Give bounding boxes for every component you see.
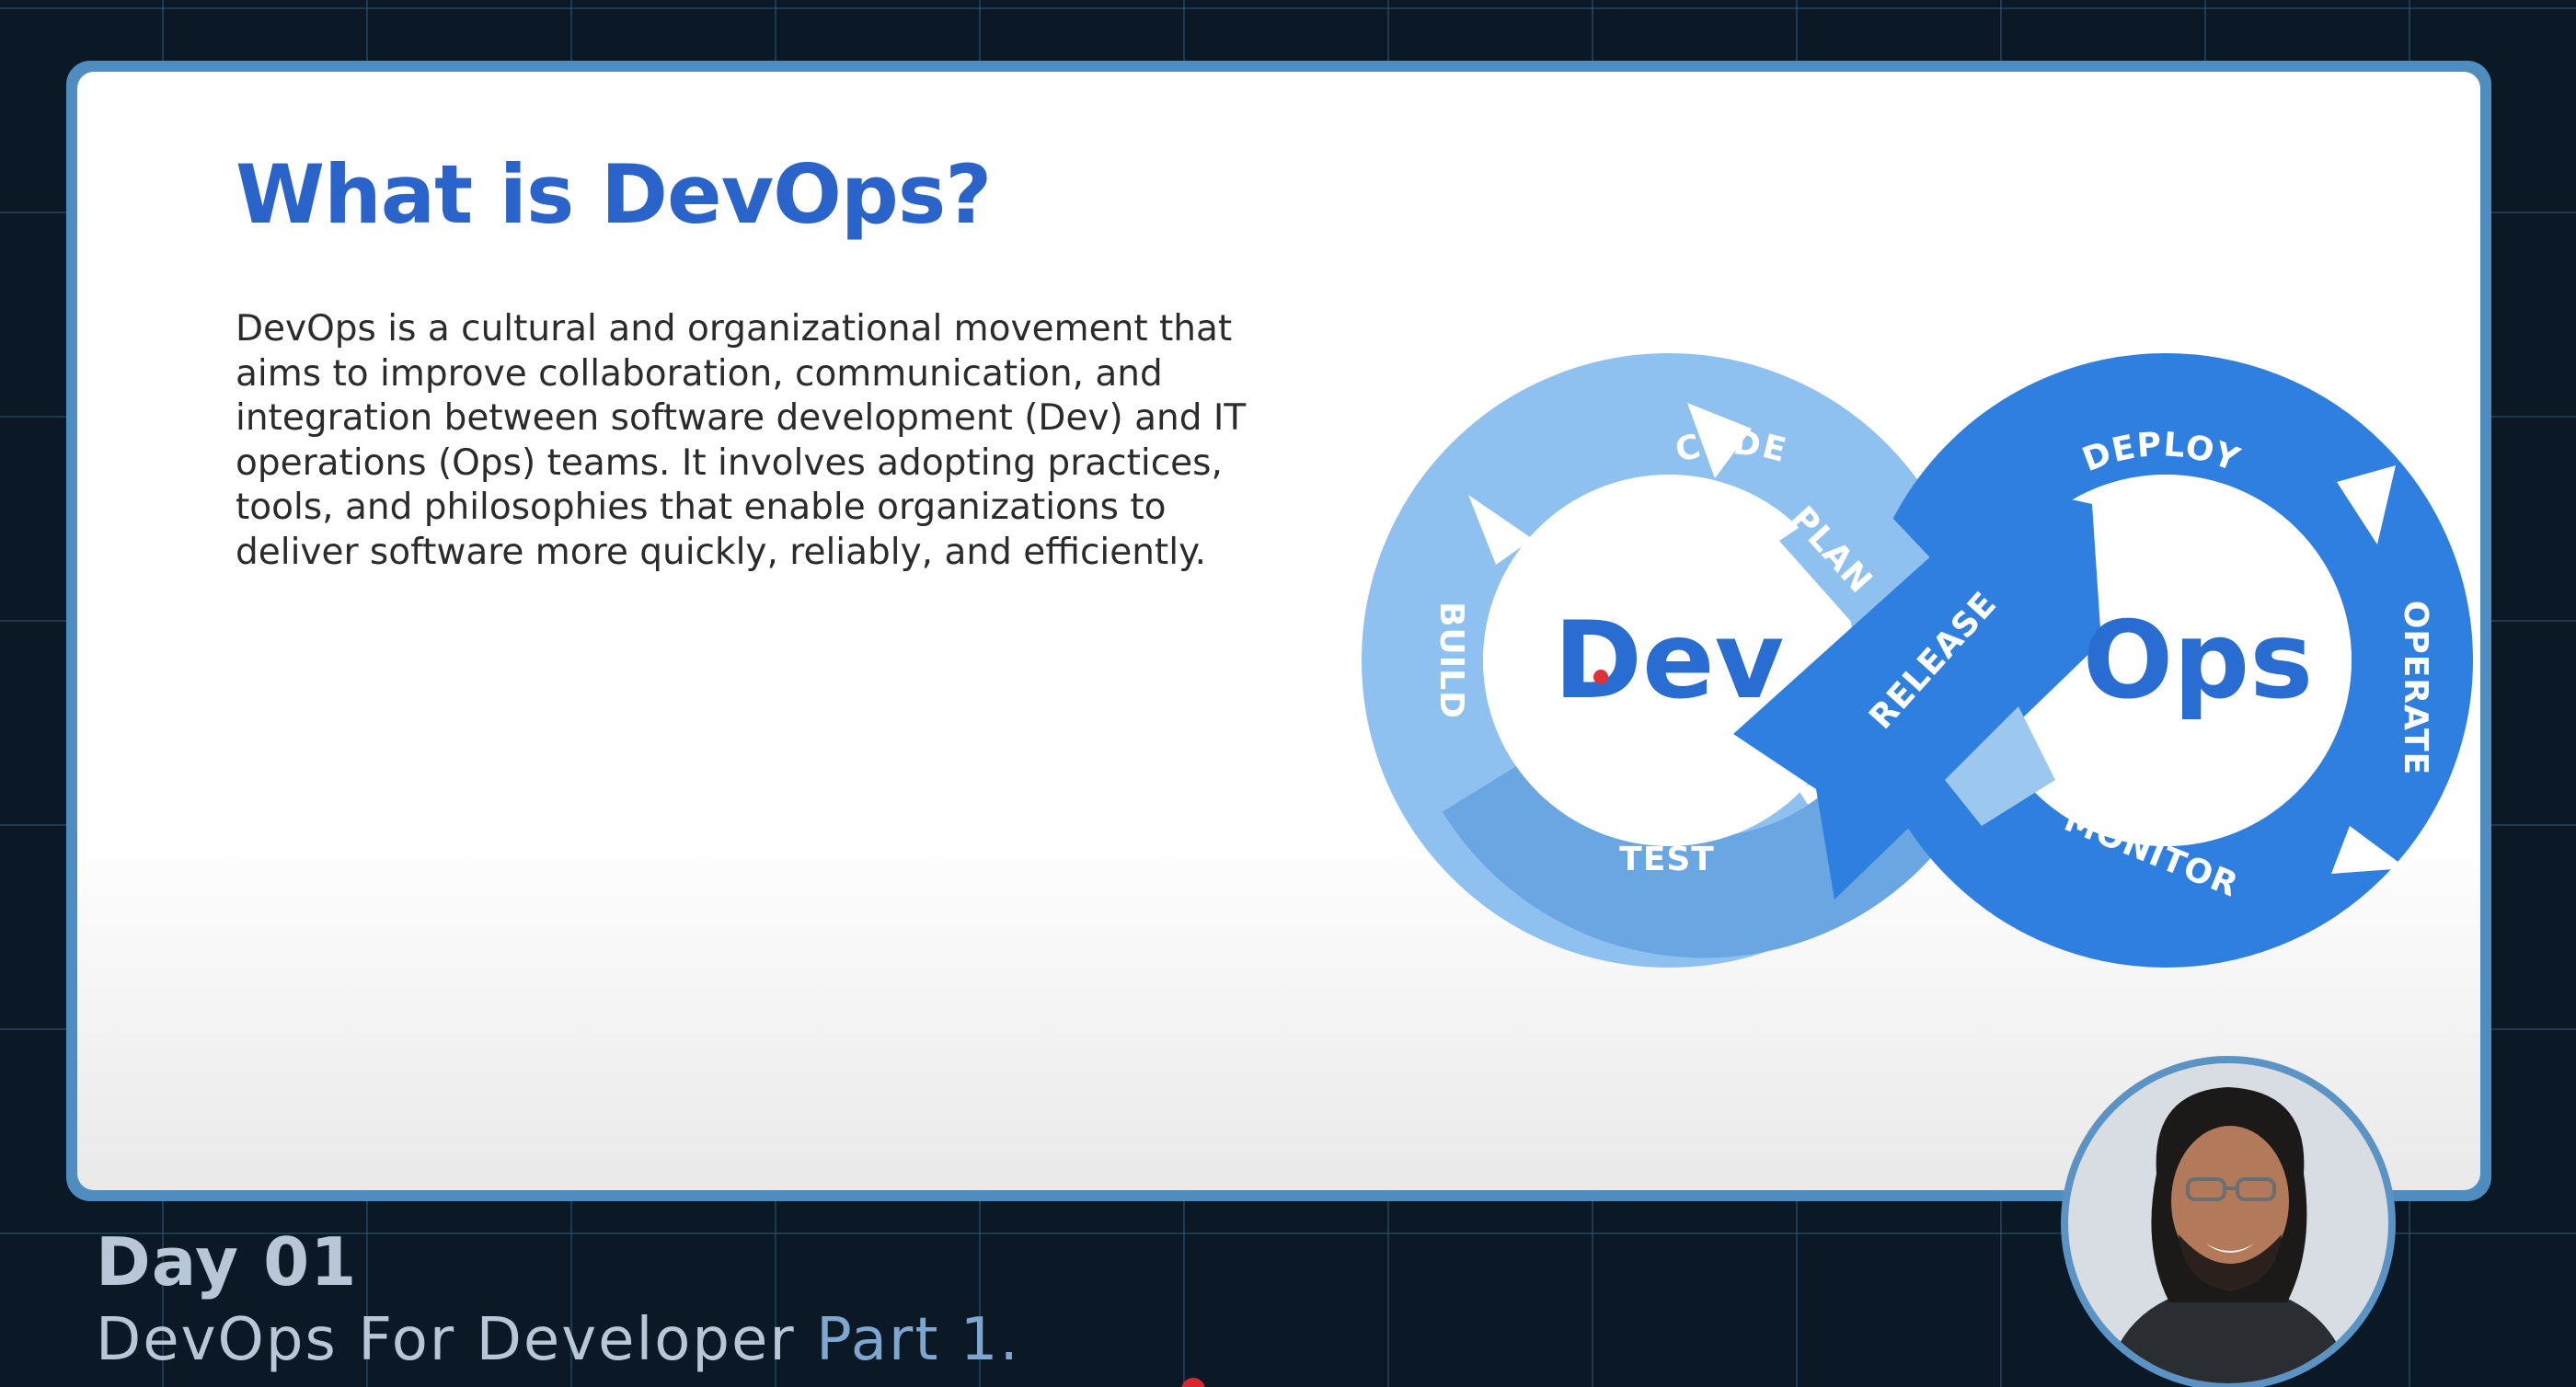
stage-operate-label: OPERATE [2397,601,2434,776]
episode-subtitle: DevOps For Developer Part 1. [96,1306,1020,1374]
presenter-avatar-icon [2068,1063,2388,1383]
dev-label: Dev [1554,599,1785,723]
slide: What is DevOps? DevOps is a cultural and… [77,72,2480,1190]
laser-pointer-dot [1593,670,1608,684]
stage-test-label: TEST [1619,841,1715,878]
stage-build-label: BUILD [1432,602,1470,719]
slide-frame: What is DevOps? DevOps is a cultural and… [66,61,2491,1201]
video-frame: What is DevOps? DevOps is a cultural and… [0,0,2576,1387]
episode-day-label: Day 01 [96,1223,358,1301]
ops-label: Ops [2083,599,2314,723]
devops-infinity-diagram: CODE PLAN BUILD TEST RELEASE DEPLOY OPER… [1362,353,2473,968]
slide-title: What is DevOps? [236,147,992,242]
playback-cursor-dot[interactable] [1181,1378,1205,1387]
presenter-webcam-avatar [2061,1056,2396,1387]
slide-body-text: DevOps is a cultural and organizational … [236,308,1247,573]
episode-subtitle-main: DevOps For Developer [96,1306,796,1374]
episode-subtitle-part: Part 1. [816,1306,1020,1374]
